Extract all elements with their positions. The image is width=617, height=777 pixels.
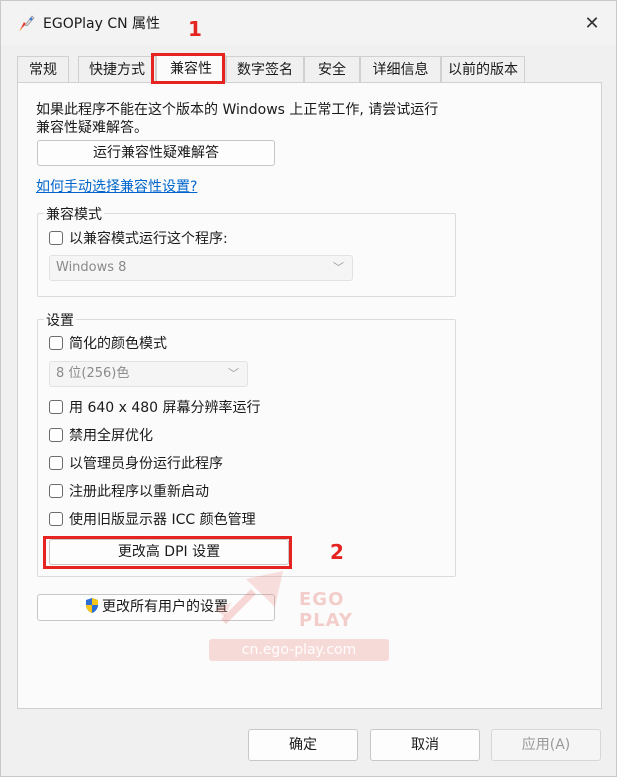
title-bar: EGOPlay CN 属性 ✕ [1,1,616,45]
checkbox-box[interactable] [49,428,63,442]
compat-mode-checkbox[interactable]: 以兼容模式运行这个程序: [49,228,228,248]
dialog-footer: 确定 取消 应用(A) [1,713,616,776]
resolution-640-checkbox[interactable]: 用 640 x 480 屏幕分辨率运行 [49,397,261,417]
tab-shortcut[interactable]: 快捷方式 [78,56,156,82]
tab-security[interactable]: 安全 [304,56,360,82]
run-troubleshooter-button[interactable]: 运行兼容性疑难解答 [37,140,275,166]
tab-previous-versions[interactable]: 以前的版本 [441,56,525,82]
ok-button[interactable]: 确定 [248,729,358,761]
checkbox-box[interactable] [49,512,63,526]
register-restart-checkbox[interactable]: 注册此程序以重新启动 [49,481,209,501]
manual-compat-link[interactable]: 如何手动选择兼容性设置? [36,176,197,196]
watermark: EGO PLAY cn.ego-play.com [209,569,389,663]
compat-os-select: Windows 8 ﹀ [49,255,353,281]
checkbox-box[interactable] [49,484,63,498]
step-1-marker: 1 [188,17,202,41]
shield-icon [86,598,98,613]
ego-play-logo [215,571,283,624]
chevron-down-icon: ﹀ [333,261,344,274]
compat-mode-label: 兼容模式 [44,204,104,224]
checkbox-box[interactable] [49,400,63,414]
checkbox-box[interactable] [49,456,63,470]
tab-general[interactable]: 常规 [17,56,69,82]
cancel-button[interactable]: 取消 [370,729,480,761]
disable-fullscreen-opt-checkbox[interactable]: 禁用全屏优化 [49,425,153,445]
tab-details[interactable]: 详细信息 [360,56,441,82]
checkbox-box[interactable] [49,231,63,245]
highlight-box-dpi [43,536,292,569]
settings-label: 设置 [44,310,76,330]
intro-text-line1: 如果此程序不能在这个版本的 Windows 上正常工作, 请尝试运行 [36,102,439,118]
highlight-box-tab [151,53,225,84]
window-title: EGOPlay CN 属性 [43,16,161,32]
step-2-marker: 2 [330,540,344,564]
close-button[interactable]: ✕ [579,11,605,37]
properties-window: EGOPlay CN 属性 ✕ 常规 快捷方式 兼容性 数字签名 安全 详细信息… [0,0,617,777]
tab-digital-signatures[interactable]: 数字签名 [226,56,304,82]
reduced-color-checkbox[interactable]: 简化的颜色模式 [49,333,167,353]
close-icon: ✕ [584,13,600,34]
apply-button[interactable]: 应用(A) [491,729,601,761]
intro-text-line2: 兼容性疑难解答。 [36,120,148,136]
color-depth-select: 8 位(256)色 ﹀ [49,361,248,387]
watermark-url: cn.ego-play.com [209,639,389,661]
app-rocket-icon [19,15,35,31]
watermark-brand: EGO PLAY [299,589,353,631]
chevron-down-icon: ﹀ [228,367,239,380]
checkbox-box[interactable] [49,336,63,350]
legacy-icc-checkbox[interactable]: 使用旧版显示器 ICC 颜色管理 [49,509,256,529]
run-as-admin-checkbox[interactable]: 以管理员身份运行此程序 [49,453,223,473]
